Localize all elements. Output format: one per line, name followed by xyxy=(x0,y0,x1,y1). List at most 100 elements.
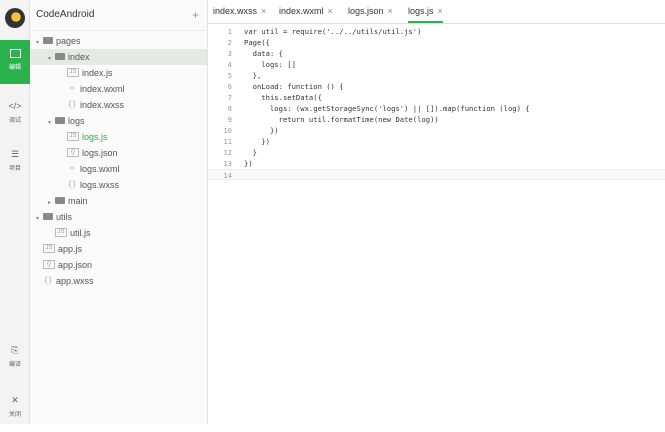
edit-icon xyxy=(9,49,21,58)
tree-folder[interactable]: ▾ index xyxy=(30,49,207,65)
code-text: }) xyxy=(244,137,270,146)
tree-item-label: logs.json xyxy=(82,148,118,158)
code-line[interactable]: 5 }, xyxy=(208,70,665,81)
code-text: logs: [] xyxy=(244,60,296,69)
code-line[interactable]: 2 Page({ xyxy=(208,37,665,48)
rail-compile-label: 编译 xyxy=(8,362,21,368)
tree-folder[interactable]: ▸ main xyxy=(30,193,207,209)
rail-edit-button[interactable]: 编辑 xyxy=(0,40,30,84)
tab-close-icon[interactable]: × xyxy=(328,6,333,16)
folder-icon xyxy=(55,117,65,125)
tree-folder[interactable]: ▾ utils xyxy=(30,209,207,225)
file-tree-panel: CodeAndroid + ▾ pages ▾ index JS index.js ‹› in… xyxy=(30,0,208,424)
project-header: CodeAndroid + xyxy=(30,0,207,31)
tree-folder[interactable]: ▾ logs xyxy=(30,113,207,129)
code-text: data: { xyxy=(244,49,283,58)
tab-label: index.wxml xyxy=(279,6,324,16)
tree-file[interactable]: JS index.js xyxy=(30,65,207,81)
rail-debug-button[interactable]: </> 调试 xyxy=(0,94,30,138)
line-number: 7 xyxy=(227,93,232,102)
activity-rail: 编辑 </> 调试 ☰ 项目 ⎘ 编译 ✕ 关闭 xyxy=(0,0,30,424)
line-number: 14 xyxy=(223,171,232,180)
tree-item-label: main xyxy=(68,196,88,206)
code-line[interactable]: 1 var util = require('../../utils/util.js… xyxy=(208,26,665,37)
rail-project-label: 项目 xyxy=(8,166,21,172)
rail-close-button[interactable]: ✕ 关闭 xyxy=(0,388,30,432)
tree-file[interactable]: { } app.wxss xyxy=(30,273,207,289)
folder-icon xyxy=(55,53,65,61)
code-line[interactable]: 9 return util.formatTime(new Date(log)) xyxy=(208,114,665,125)
tree-file[interactable]: {} app.json xyxy=(30,257,207,273)
code-line[interactable]: 10 }) xyxy=(208,125,665,136)
tree-item-label: index.wxml xyxy=(80,84,125,94)
folder-icon xyxy=(43,213,53,221)
tree-item-label: app.wxss xyxy=(56,276,94,286)
line-number: 10 xyxy=(223,126,232,135)
line-number: 1 xyxy=(227,27,232,36)
js-file-icon: JS xyxy=(67,132,79,142)
tree-item-label: index.wxss xyxy=(80,100,125,110)
wxml-file-icon: ‹› xyxy=(69,165,75,173)
code-line[interactable]: 13}) xyxy=(208,158,665,169)
tree-file[interactable]: ‹› logs.wxml xyxy=(30,161,207,177)
rail-project-button[interactable]: ☰ 项目 xyxy=(0,142,30,186)
code-editor[interactable]: 1 var util = require('../../utils/util.js… xyxy=(208,24,665,424)
code-line[interactable]: 12 } xyxy=(208,147,665,158)
tree-folder[interactable]: ▾ pages xyxy=(30,33,207,49)
tab-close-icon[interactable]: × xyxy=(438,6,443,16)
wxss-file-icon: { } xyxy=(68,181,76,189)
tree-item-label: index xyxy=(68,52,90,62)
tree-file[interactable]: ‹› index.wxml xyxy=(30,81,207,97)
line-number: 11 xyxy=(223,137,232,146)
avatar[interactable] xyxy=(5,8,25,28)
code-line[interactable]: 4 logs: [] xyxy=(208,59,665,70)
tab-close-icon[interactable]: × xyxy=(261,6,266,16)
tree-file[interactable]: JS app.js xyxy=(30,241,207,257)
js-file-icon: JS xyxy=(43,244,55,254)
wxml-file-icon: ‹› xyxy=(69,85,75,93)
rail-compile-button[interactable]: ⎘ 编译 xyxy=(0,338,30,382)
code-line[interactable]: 11 }) xyxy=(208,136,665,147)
folder-icon xyxy=(43,37,53,45)
code-line[interactable]: 7 this.setData({ xyxy=(208,92,665,103)
line-number: 9 xyxy=(227,115,232,124)
tree-file[interactable]: { } logs.wxss xyxy=(30,177,207,193)
rail-debug-label: 调试 xyxy=(8,118,21,124)
tree-file[interactable]: { } index.wxss xyxy=(30,97,207,113)
code-line[interactable]: 6 onLoad: function () { xyxy=(208,81,665,92)
line-number: 4 xyxy=(227,60,232,69)
rail-close-label: 关闭 xyxy=(8,412,21,418)
project-name: CodeAndroid xyxy=(36,9,95,20)
tab-index-wxml[interactable]: index.wxml × xyxy=(279,0,333,23)
add-file-button[interactable]: + xyxy=(192,0,199,30)
file-tree: ▾ pages ▾ index JS index.js ‹› index.wxml { } ind… xyxy=(30,31,207,289)
line-number: 8 xyxy=(227,104,232,113)
code-text: Page({ xyxy=(244,38,270,47)
tree-item-label: util.js xyxy=(70,228,91,238)
code-line[interactable]: 3 data: { xyxy=(208,48,665,59)
tab-close-icon[interactable]: × xyxy=(388,6,393,16)
line-number: 12 xyxy=(223,148,232,157)
wxss-file-icon: { } xyxy=(68,101,76,109)
tab-logs-json[interactable]: logs.json × xyxy=(348,0,393,23)
tree-item-label: app.json xyxy=(58,260,93,270)
tree-file[interactable]: JS util.js xyxy=(30,225,207,241)
folder-icon xyxy=(55,197,65,205)
tree-item-label: pages xyxy=(56,36,81,46)
tab-label: logs.json xyxy=(348,6,384,16)
tab-index-wxss[interactable]: index.wxss × xyxy=(213,0,266,23)
code-line[interactable]: 8 logs: (wx.getStorageSync('logs') || []… xyxy=(208,103,665,114)
code-text: return util.formatTime(new Date(log)) xyxy=(244,115,439,124)
tree-item-label: logs xyxy=(68,116,85,126)
json-file-icon: {} xyxy=(67,148,79,158)
code-line[interactable]: 14 xyxy=(208,169,665,180)
code-text: }, xyxy=(244,71,262,80)
tree-item-label: utils xyxy=(56,212,73,222)
line-number: 13 xyxy=(223,159,232,168)
code-text: this.setData({ xyxy=(244,93,322,102)
tree-file[interactable]: JS logs.js xyxy=(30,129,207,145)
code-text: } xyxy=(244,148,257,157)
tree-file[interactable]: {} logs.json xyxy=(30,145,207,161)
menu-icon: ☰ xyxy=(10,149,20,159)
tab-logs-js[interactable]: logs.js × xyxy=(408,0,443,23)
